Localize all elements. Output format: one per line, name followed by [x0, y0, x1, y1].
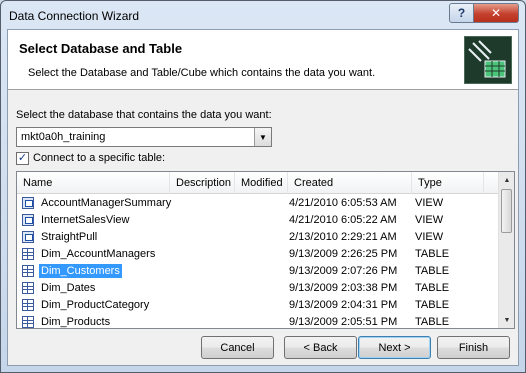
table-row[interactable]: Dim_Products 9/13/2009 2:05:51 PM TABLE [17, 314, 499, 328]
row-created: 2/13/2010 2:29:21 AM [289, 231, 397, 243]
chevron-down-icon[interactable]: ▼ [254, 128, 271, 146]
table-row[interactable]: InternetSalesView 4/21/2010 6:05:22 AM V… [17, 212, 499, 229]
page-subtitle: Select the Database and Table/Cube which… [28, 67, 376, 79]
view-icon [22, 197, 34, 209]
window-title: Data Connection Wizard [9, 9, 140, 23]
table-list-scrollbar[interactable]: ▲ ▼ [498, 172, 514, 328]
row-type: VIEW [415, 214, 444, 226]
row-created: 4/21/2010 6:05:53 AM [289, 197, 397, 209]
scrollbar-thumb[interactable] [501, 189, 512, 233]
table-row[interactable]: Dim_AccountManagers 9/13/2009 2:26:25 PM… [17, 246, 499, 263]
row-type: VIEW [415, 197, 444, 209]
column-header-type[interactable]: Type [412, 172, 484, 194]
row-created: 9/13/2009 2:26:25 PM [289, 248, 398, 260]
finish-button[interactable]: Finish [437, 336, 510, 359]
data-connection-wizard-window: Data Connection Wizard ? ✕ Select Databa… [0, 0, 526, 373]
row-created: 9/13/2009 2:05:51 PM [289, 316, 398, 328]
table-icon [22, 248, 34, 260]
scroll-up-arrow-icon[interactable]: ▲ [499, 172, 514, 188]
row-name: InternetSalesView [41, 214, 130, 226]
table-row-selected[interactable]: Dim_Customers 9/13/2009 2:07:26 PM TABLE [17, 263, 499, 280]
connect-specific-table-checkbox[interactable]: ✓ [16, 152, 29, 165]
column-header-description[interactable]: Description [170, 172, 235, 194]
table-icon [22, 265, 34, 277]
row-name: Dim_Customers [39, 264, 122, 278]
page-title: Select Database and Table [19, 41, 183, 56]
back-button[interactable]: < Back [284, 336, 357, 359]
close-button[interactable]: ✕ [473, 3, 519, 23]
row-created: 4/21/2010 6:05:22 AM [289, 214, 397, 226]
table-list[interactable]: Name Description Modified Created Type A… [16, 171, 515, 329]
row-name: Dim_ProductCategory [41, 299, 150, 311]
table-row[interactable]: Dim_Dates 9/13/2009 2:03:38 PM TABLE [17, 280, 499, 297]
row-created: 9/13/2009 2:03:38 PM [289, 282, 398, 294]
table-row[interactable]: AccountManagerSummary 4/21/2010 6:05:53 … [17, 195, 499, 212]
row-name: Dim_AccountManagers [41, 248, 156, 260]
view-icon [22, 214, 34, 226]
column-header-modified[interactable]: Modified [235, 172, 288, 194]
table-row[interactable]: Dim_ProductCategory 9/13/2009 2:04:31 PM… [17, 297, 499, 314]
column-header-name[interactable]: Name [17, 172, 170, 194]
row-type: TABLE [415, 265, 450, 277]
wizard-body: Select Database and Table Select the Dat… [7, 29, 519, 366]
connect-specific-table-label[interactable]: Connect to a specific table: [33, 152, 165, 164]
table-icon [22, 316, 34, 328]
row-type: TABLE [415, 248, 450, 260]
column-header-created[interactable]: Created [288, 172, 412, 194]
table-row[interactable]: StraightPull 2/13/2010 2:29:21 AM VIEW [17, 229, 499, 246]
database-label: Select the database that contains the da… [16, 109, 272, 121]
row-name: StraightPull [41, 231, 98, 243]
row-created: 9/13/2009 2:07:26 PM [289, 265, 398, 277]
row-name: Dim_Dates [41, 282, 96, 294]
table-icon [22, 282, 34, 294]
database-select-value: mkt0a0h_training [21, 131, 106, 143]
scroll-down-arrow-icon[interactable]: ▼ [499, 312, 514, 328]
database-select[interactable]: mkt0a0h_training ▼ [16, 127, 272, 147]
row-name: Dim_Products [41, 316, 111, 328]
table-list-header: Name Description Modified Created Type [17, 172, 499, 194]
help-button[interactable]: ? [449, 3, 474, 23]
row-type: VIEW [415, 231, 444, 243]
row-name: AccountManagerSummary [41, 197, 172, 209]
row-type: TABLE [415, 316, 450, 328]
data-connection-icon [464, 36, 512, 84]
wizard-header: Select Database and Table Select the Dat… [8, 30, 518, 90]
title-bar[interactable]: Data Connection Wizard ? ✕ [1, 1, 525, 29]
row-type: TABLE [415, 282, 450, 294]
next-button[interactable]: Next > [358, 336, 431, 359]
cancel-button[interactable]: Cancel [201, 336, 274, 359]
row-type: TABLE [415, 299, 450, 311]
table-icon [22, 299, 34, 311]
view-icon [22, 231, 34, 243]
row-created: 9/13/2009 2:04:31 PM [289, 299, 398, 311]
